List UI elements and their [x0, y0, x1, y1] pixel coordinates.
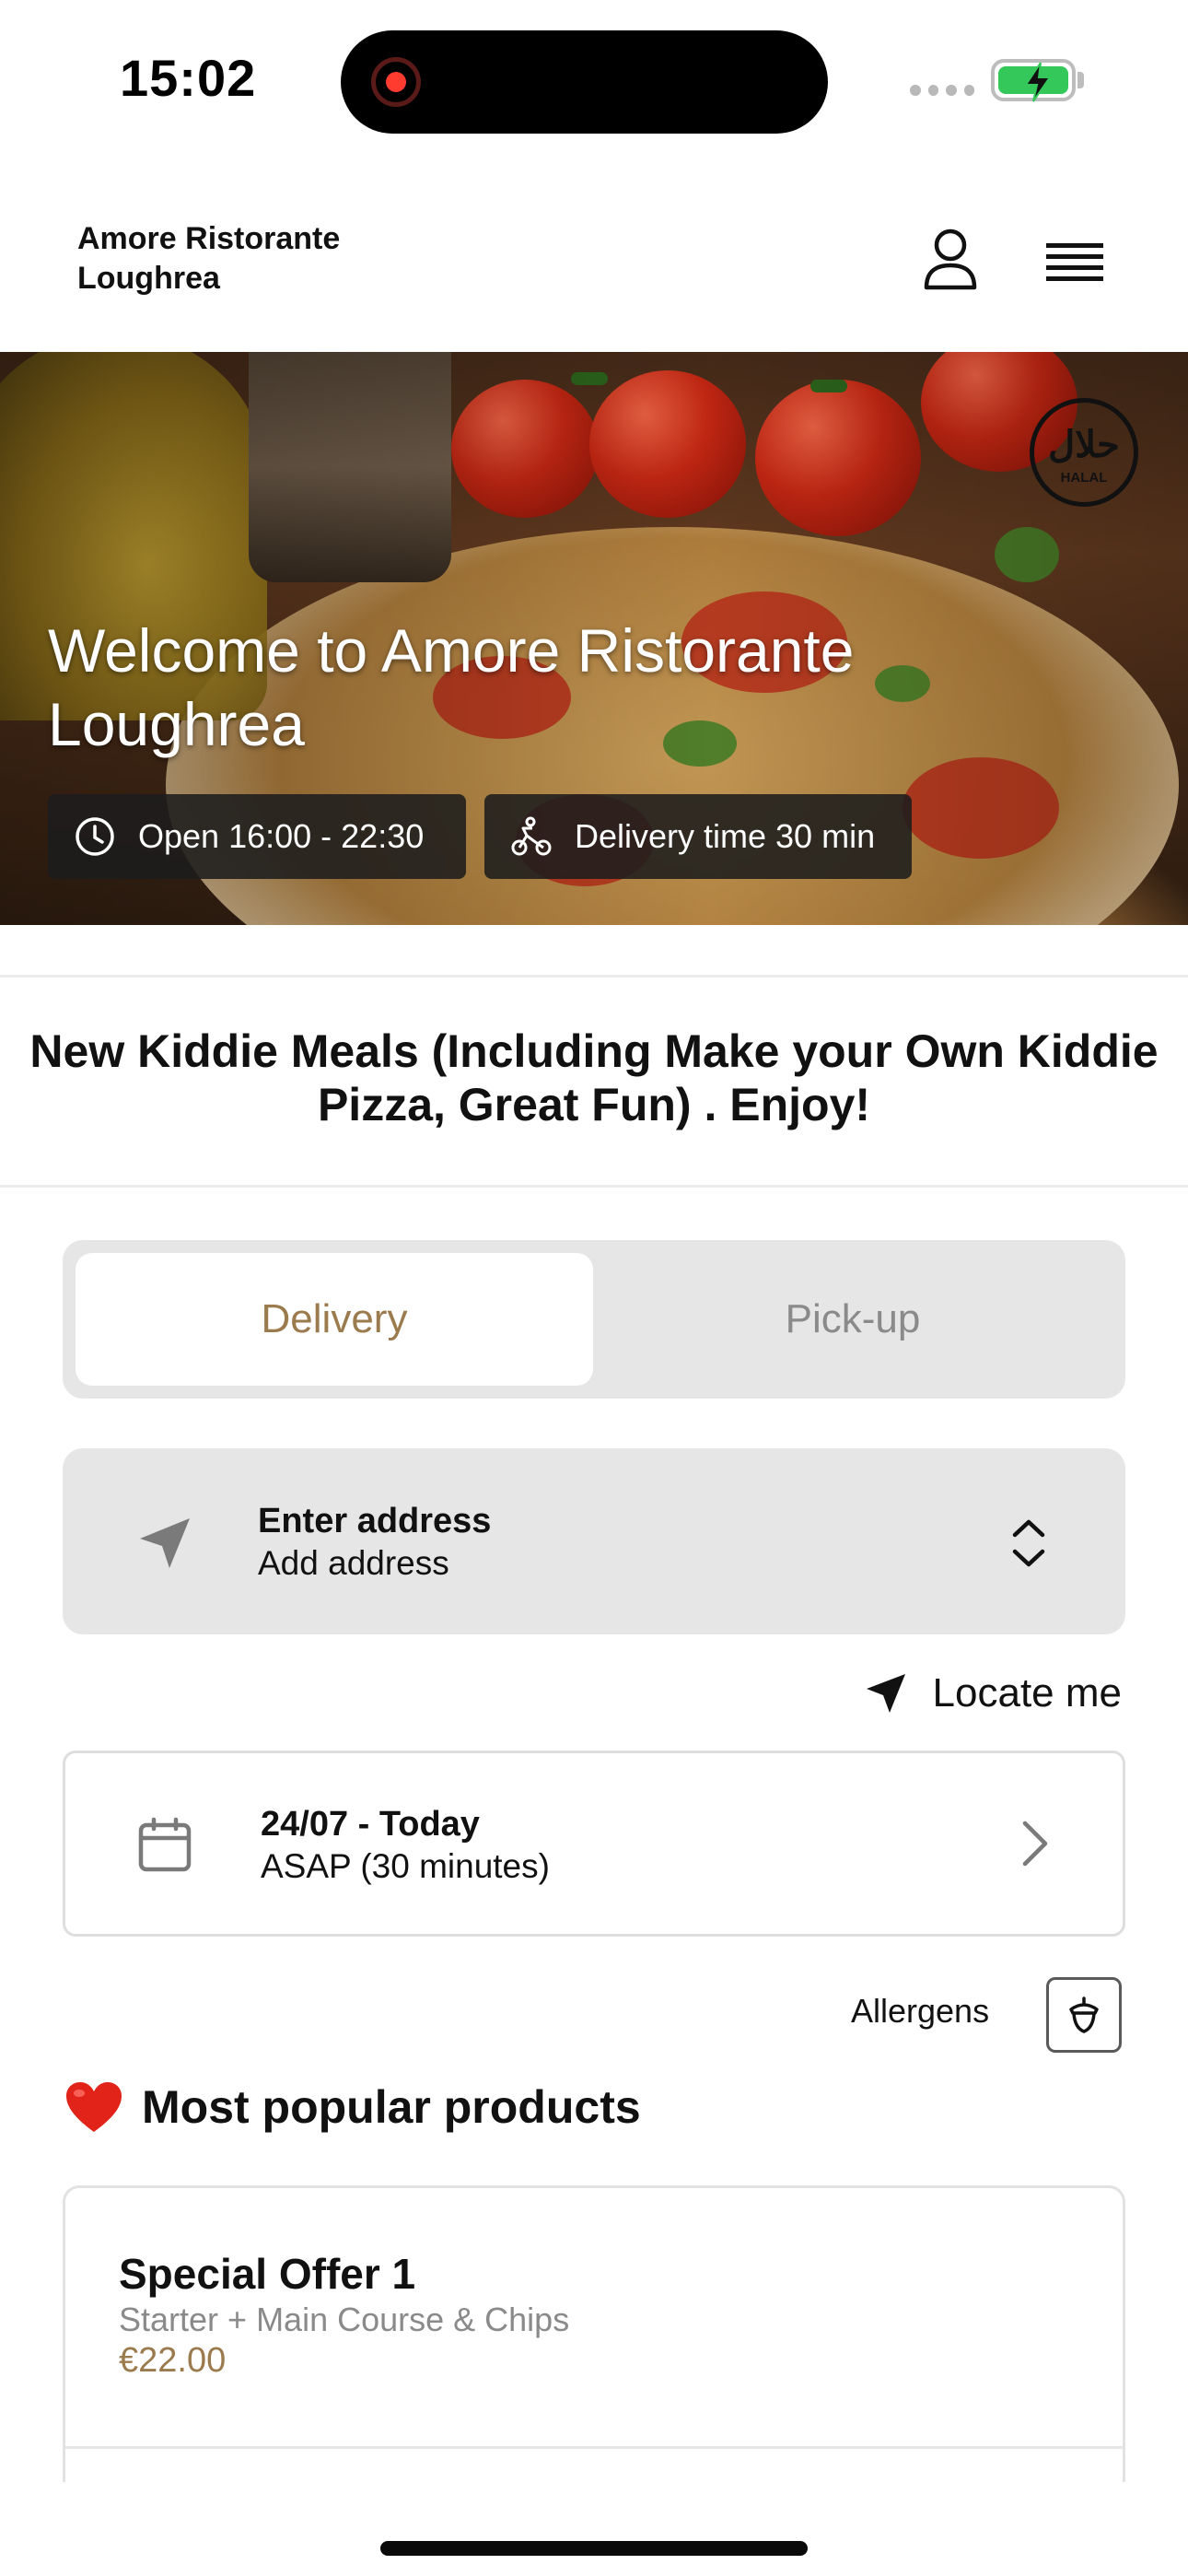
navigation-arrow-icon — [140, 1518, 190, 1568]
product-price: €22.00 — [119, 2341, 227, 2380]
delivery-bike-icon — [511, 816, 552, 856]
calendar-icon — [138, 1817, 192, 1872]
schedule-date: 24/07 - Today — [261, 1805, 480, 1844]
status-time: 15:02 — [120, 49, 257, 107]
location-arrow-icon — [866, 1674, 905, 1713]
menu-button[interactable] — [1037, 225, 1112, 299]
product-name: Special Offer 1 — [119, 2250, 416, 2298]
product-description: Starter + Main Course & Chips — [119, 2301, 570, 2338]
heart-icon — [66, 2082, 122, 2132]
charging-bolt-icon — [1024, 62, 1052, 102]
product-divider — [65, 2446, 1123, 2449]
restaurant-name[interactable]: Amore Ristorante Loughrea — [77, 219, 483, 299]
locate-me-button[interactable]: Locate me — [863, 1668, 1122, 1719]
address-subtitle: Add address — [258, 1544, 449, 1582]
acorn-icon — [1069, 1996, 1099, 2033]
allergens-label: Allergens — [851, 1992, 990, 2030]
signal-icon — [910, 85, 974, 98]
divider — [0, 1185, 1188, 1188]
halal-arabic-text: حلال — [1048, 423, 1120, 466]
hero-title: Welcome to Amore Ristorante Loughrea — [48, 616, 855, 758]
battery-icon — [991, 59, 1076, 102]
opening-hours-chip: Open 16:00 - 22:30 — [48, 794, 466, 879]
delivery-time-text: Delivery time 30 min — [575, 817, 876, 855]
user-icon — [924, 228, 977, 290]
tab-pickup[interactable]: Pick-up — [593, 1253, 1112, 1386]
app-header: Amore Ristorante Loughrea — [0, 184, 1188, 352]
halal-text: HALAL — [1060, 470, 1108, 486]
halal-badge: حلال HALAL — [1030, 398, 1138, 507]
bottom-safe-area — [0, 2482, 1188, 2576]
delivery-time-chip: Delivery time 30 min — [484, 794, 912, 879]
clock-icon — [76, 817, 114, 856]
screen-recording-icon — [371, 57, 421, 107]
home-indicator[interactable] — [380, 2541, 808, 2556]
delivery-time-selector[interactable]: 24/07 - Today ASAP (30 minutes) — [63, 1751, 1125, 1937]
hero-banner: حلال HALAL Welcome to Amore Ristorante L… — [0, 352, 1188, 925]
opening-hours-text: Open 16:00 - 22:30 — [138, 817, 425, 855]
address-title: Enter address — [258, 1502, 492, 1540]
order-mode-toggle: Delivery Pick-up — [63, 1240, 1125, 1399]
status-bar: 15:02 — [0, 0, 1188, 157]
announcement-banner: New Kiddie Meals (Including Make your Ow… — [29, 1025, 1159, 1130]
popular-section-title: Most popular products — [64, 2077, 641, 2137]
address-selector[interactable]: Enter address Add address — [63, 1448, 1125, 1634]
chevron-up-down-icon — [1012, 1519, 1045, 1567]
battery-cap — [1077, 72, 1084, 88]
allergens-button[interactable] — [1046, 1977, 1122, 2053]
divider — [0, 975, 1188, 978]
chevron-right-icon — [1022, 1821, 1048, 1867]
popular-title-text: Most popular products — [142, 2081, 641, 2133]
tab-delivery[interactable]: Delivery — [76, 1253, 593, 1386]
dynamic-island — [341, 30, 828, 134]
schedule-time: ASAP (30 minutes) — [261, 1847, 550, 1885]
profile-button[interactable] — [914, 223, 987, 297]
locate-me-label: Locate me — [932, 1670, 1122, 1715]
hamburger-menu-icon — [1046, 243, 1103, 281]
